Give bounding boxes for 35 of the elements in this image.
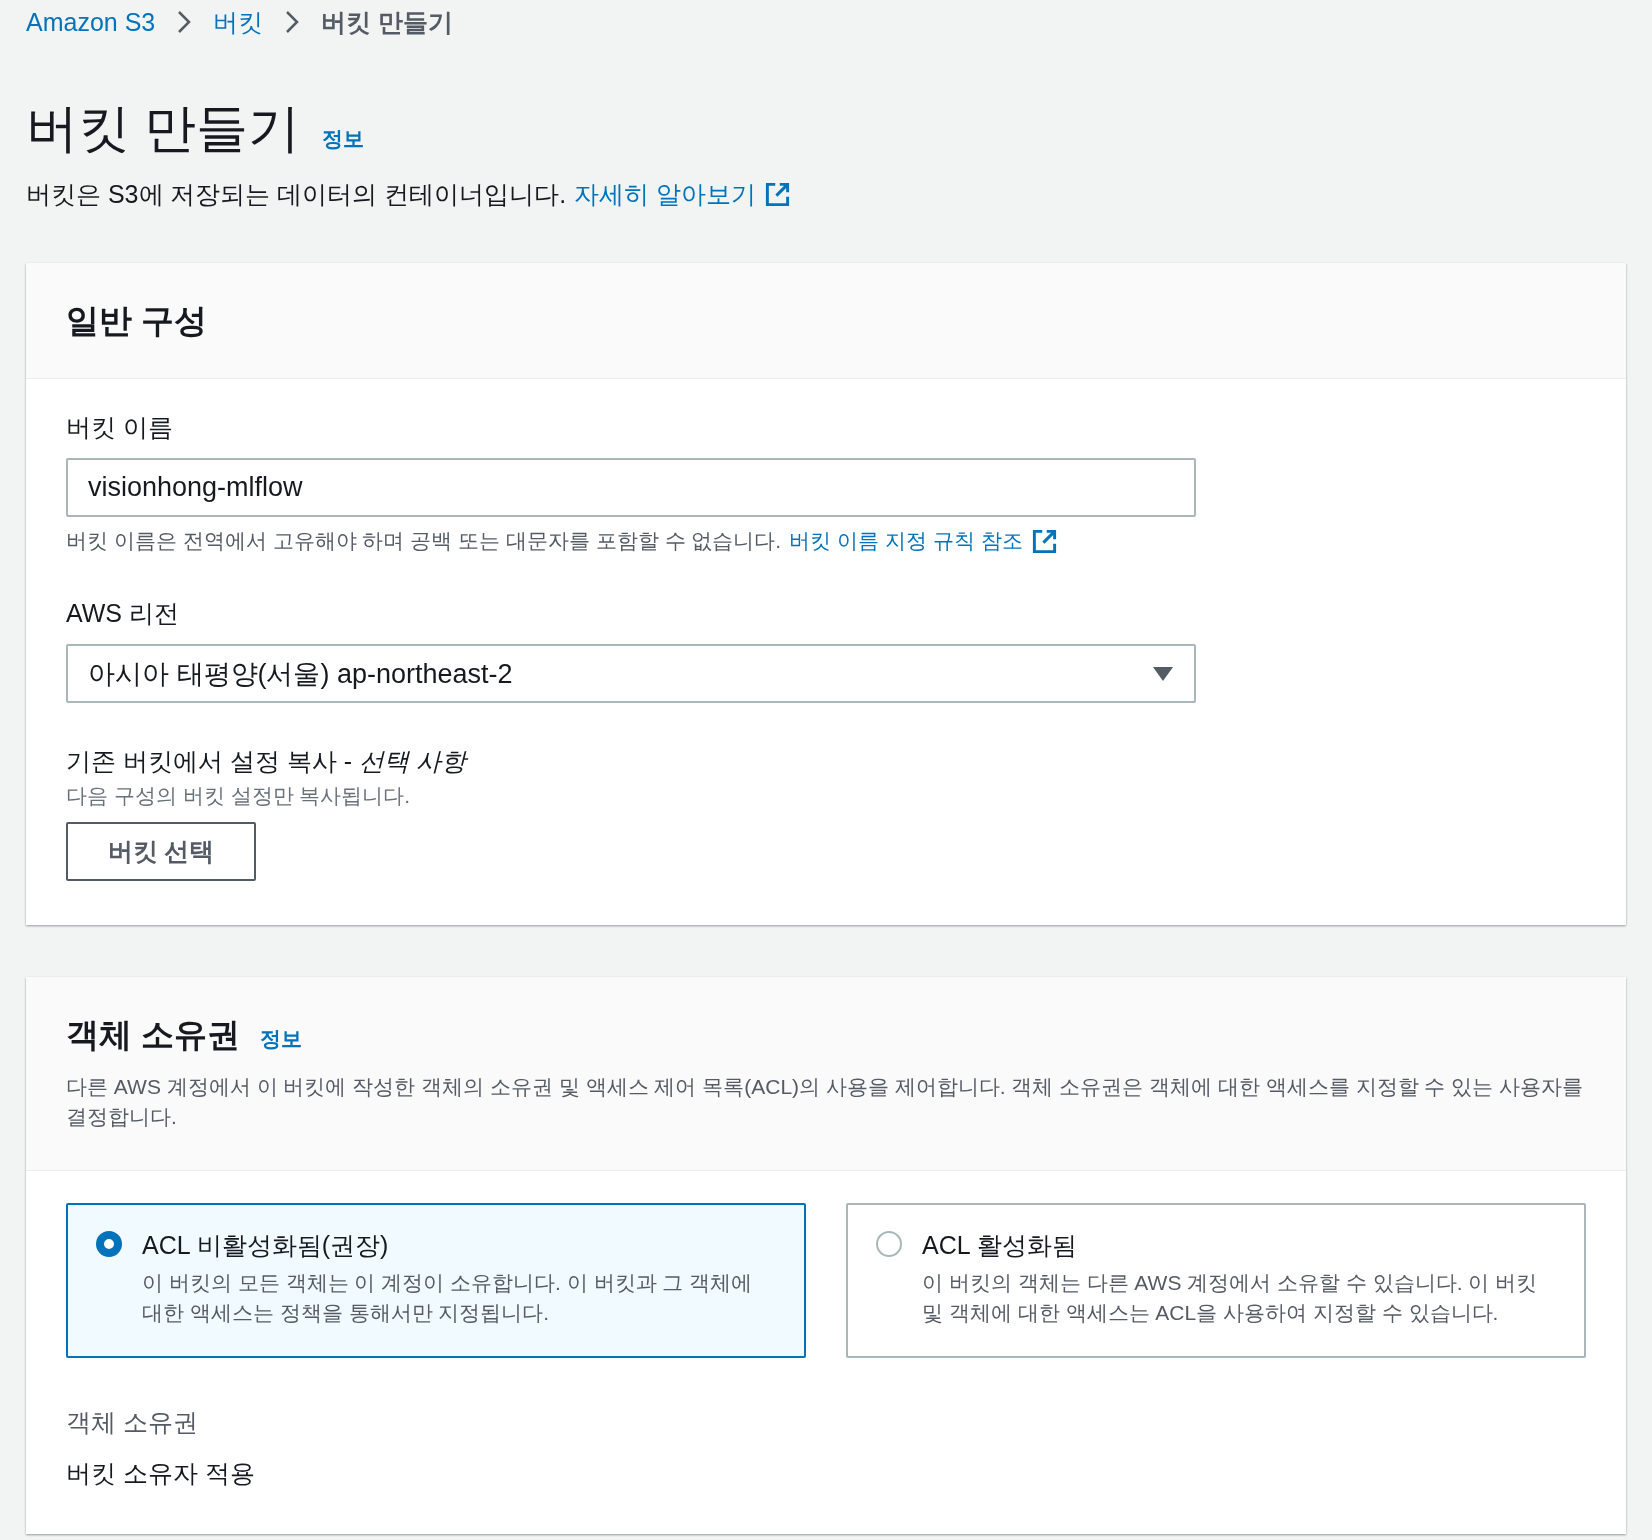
ownership-option-card[interactable]: ACL 비활성화됨(권장) 이 버킷의 모든 객체는 이 계정이 소유합니다. 이 버킷과 그 객체에 대한 액세스는 정책을 통해서만 지정됩니다. xyxy=(66,1203,806,1358)
page-description: 버킷은 S3에 저장되는 데이터의 컨테이너입니다. xyxy=(26,179,567,210)
field-hint: 다음 구성의 버킷 설정만 복사됩니다. xyxy=(66,783,412,809)
option-title: ACL 비활성화됨(권장) xyxy=(142,1230,390,1261)
field-label: AWS 리전 xyxy=(66,598,180,629)
bucket-name-field[interactable]: visionhong-mlflow xyxy=(66,458,1196,517)
page-title: 버킷 만들기 xyxy=(26,98,301,159)
panel-heading: 일반 구성 xyxy=(66,301,209,341)
external-link-icon xyxy=(1030,527,1058,555)
radio-button[interactable] xyxy=(96,1231,122,1257)
caret-down-icon xyxy=(1152,665,1174,682)
chevron-right-icon xyxy=(285,10,300,34)
field-hint: 버킷 이름은 전역에서 고유해야 하며 공백 또는 대문자를 포함할 수 없습니다. xyxy=(66,528,782,554)
info-link[interactable]: 정보 xyxy=(322,125,365,153)
naming-rules-link[interactable]: 버킷 이름 지정 규칙 참조 xyxy=(789,527,1023,555)
breadcrumb-link[interactable]: Amazon S3 xyxy=(26,7,156,37)
option-title: ACL 활성화됨 xyxy=(922,1230,1078,1261)
region-dropdown[interactable]: 아시아 태평양(서울) ap-northeast-2 xyxy=(66,644,1196,703)
panel-description: 다른 AWS 계정에서 이 버킷에 작성한 객체의 소유권 및 액세스 제어 목록(ACL)의 사용을 제어합니다. 객체 소유권은 객체에 대한 액세스를 지정할 수 있는 사용자를 결정합니다. xyxy=(66,1074,1585,1130)
choose-bucket-button[interactable]: 버킷 선택 xyxy=(66,822,256,881)
radio-button[interactable] xyxy=(876,1231,902,1257)
chevron-right-icon xyxy=(177,10,192,34)
external-link-icon xyxy=(764,181,792,208)
option-description: 이 버킷의 객체는 다른 AWS 계정에서 소유할 수 있습니다. 이 버킷 및 객체에 대한 액세스는 ACL을 사용하여 지정할 수 있습니다. xyxy=(922,1270,1539,1326)
learn-more-link[interactable]: 자세히 알아보기 xyxy=(574,178,757,211)
option-description: 이 버킷의 모든 객체는 이 계정이 소유합니다. 이 버킷과 그 객체에 대한 액세스는 정책을 통해서만 지정됩니다. xyxy=(142,1270,754,1326)
current-page-label: 버킷 만들기 xyxy=(321,6,454,38)
ownership-option-card[interactable]: ACL 활성화됨 이 버킷의 객체는 다른 AWS 계정에서 소유할 수 있습니다. 이 버킷 및 객체에 대한 액세스는 ACL을 사용하여 지정할 수 있습니다. xyxy=(846,1203,1586,1358)
field-value: 버킷 소유자 적용 xyxy=(66,1458,256,1489)
panel-heading: 객체 소유권 xyxy=(66,1015,241,1055)
field-label: 버킷 이름 xyxy=(66,412,174,443)
field-label: 기존 버킷에서 설정 복사 - 선택 사항 xyxy=(66,745,1586,778)
info-link[interactable]: 정보 xyxy=(260,1025,303,1053)
field-label: 객체 소유권 xyxy=(66,1407,199,1438)
breadcrumb-link[interactable]: 버킷 xyxy=(213,5,264,39)
